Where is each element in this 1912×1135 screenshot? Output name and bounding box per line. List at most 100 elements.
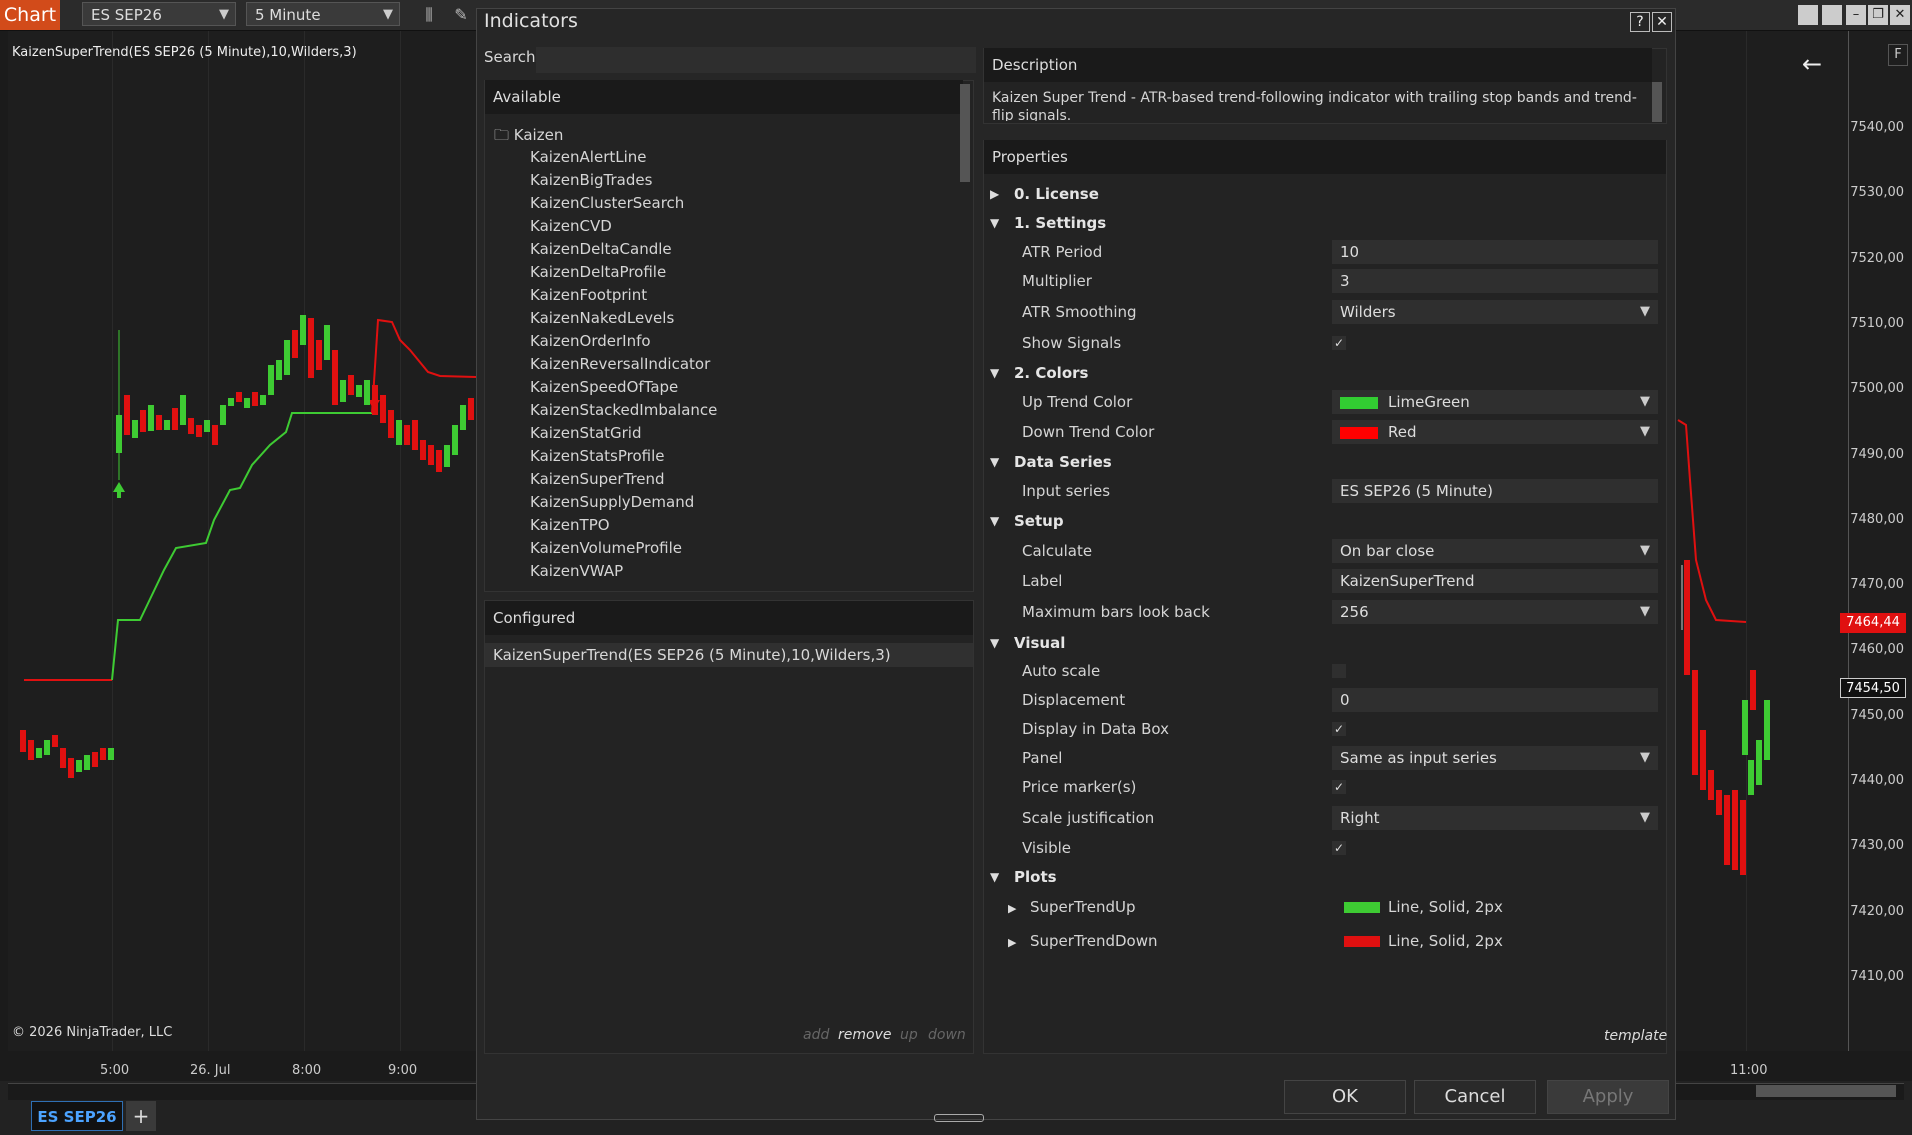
- displacement-input[interactable]: 0: [1332, 688, 1658, 712]
- available-item[interactable]: KaizenCVD: [530, 217, 612, 235]
- available-item[interactable]: KaizenSupplyDemand: [530, 493, 694, 511]
- price-label: 7440,00: [1850, 773, 1904, 788]
- collapse-icon[interactable]: ▼: [990, 514, 999, 528]
- available-item[interactable]: KaizenBigTrades: [530, 171, 652, 189]
- available-scrollbar[interactable]: [960, 84, 970, 182]
- up-trend-color-value: LimeGreen: [1388, 393, 1470, 411]
- calculate-select[interactable]: On bar close ▼: [1332, 539, 1658, 563]
- description-scrollbar[interactable]: [1652, 82, 1662, 122]
- available-item[interactable]: KaizenOrderInfo: [530, 332, 651, 350]
- plot-supertrend-up-label[interactable]: SuperTrendUp: [1030, 898, 1136, 916]
- category-colors[interactable]: 2. Colors: [1014, 364, 1088, 382]
- chevron-down-icon: ▼: [1640, 424, 1650, 439]
- available-item[interactable]: KaizenStatGrid: [530, 424, 642, 442]
- configured-item[interactable]: KaizenSuperTrend(ES SEP26 (5 Minute),10,…: [485, 643, 973, 667]
- available-item[interactable]: KaizenVolumeProfile: [530, 539, 682, 557]
- up-trend-color-select[interactable]: LimeGreen ▼: [1332, 390, 1658, 414]
- price-label: 7470,00: [1850, 577, 1904, 593]
- price-label: 7410,00: [1850, 968, 1904, 984]
- price-marker-last: 7454,50: [1840, 678, 1906, 698]
- available-item[interactable]: KaizenStackedImbalance: [530, 401, 717, 419]
- available-item[interactable]: KaizenFootprint: [530, 286, 647, 304]
- input-series-field[interactable]: ES SEP26 (5 Minute): [1332, 479, 1658, 503]
- prop-panel-label: Panel: [1022, 749, 1063, 767]
- axis-f-button[interactable]: F: [1888, 44, 1908, 66]
- category-visual[interactable]: Visual: [1014, 634, 1065, 652]
- scale-justification-value: Right: [1340, 809, 1380, 827]
- collapse-icon[interactable]: ▼: [990, 636, 999, 650]
- color-swatch: [1340, 396, 1378, 409]
- scale-justification-select[interactable]: Right ▼: [1332, 806, 1658, 830]
- down-trend-color-select[interactable]: Red ▼: [1332, 420, 1658, 444]
- apply-button[interactable]: Apply: [1547, 1080, 1669, 1114]
- candles-bottom-left: [20, 730, 114, 778]
- visible-checkbox[interactable]: ✓: [1332, 841, 1346, 855]
- price-label: 7430,00: [1850, 838, 1904, 854]
- collapse-icon[interactable]: ▼: [990, 870, 999, 884]
- price-label: 7420,00: [1850, 903, 1904, 919]
- multiplier-input[interactable]: 3: [1332, 269, 1658, 293]
- label-input[interactable]: KaizenSuperTrend: [1332, 569, 1658, 593]
- available-item[interactable]: KaizenClusterSearch: [530, 194, 684, 212]
- scrollbar-thumb[interactable]: [1756, 1085, 1896, 1097]
- price-label: 7460,00: [1850, 642, 1904, 658]
- collapse-icon[interactable]: ▼: [990, 455, 999, 469]
- panel-select[interactable]: Same as input series ▼: [1332, 746, 1658, 770]
- show-signals-checkbox[interactable]: ✓: [1332, 336, 1346, 350]
- expand-icon[interactable]: ▶: [1008, 936, 1016, 949]
- category-setup[interactable]: Setup: [1014, 512, 1064, 530]
- time-label: 9:00: [388, 1063, 418, 1078]
- instrument-tab[interactable]: ES SEP26: [31, 1101, 123, 1131]
- search-input[interactable]: [536, 47, 976, 73]
- add-link[interactable]: add: [803, 1027, 829, 1043]
- atr-smoothing-select[interactable]: Wilders ▼: [1332, 300, 1658, 324]
- expand-icon[interactable]: ▶: [1008, 902, 1016, 915]
- available-item[interactable]: KaizenDeltaCandle: [530, 240, 672, 258]
- available-item[interactable]: KaizenAlertLine: [530, 148, 647, 166]
- chevron-down-icon: ▼: [1640, 750, 1650, 765]
- max-bars-select[interactable]: 256 ▼: [1332, 600, 1658, 624]
- template-link[interactable]: template: [1604, 1028, 1667, 1044]
- ok-button[interactable]: OK: [1284, 1080, 1406, 1114]
- available-item[interactable]: KaizenNakedLevels: [530, 309, 674, 327]
- dialog-title: Indicators: [484, 10, 578, 32]
- price-axis[interactable]: [1848, 31, 1912, 1051]
- available-item[interactable]: KaizenSuperTrend: [530, 470, 665, 488]
- prop-show-signals-label: Show Signals: [1022, 334, 1122, 352]
- category-plots[interactable]: Plots: [1014, 868, 1057, 886]
- folder-kaizen[interactable]: 🗀 Kaizen: [494, 125, 563, 150]
- arrow-left-icon[interactable]: ←: [1802, 50, 1822, 78]
- plot-supertrend-up-desc[interactable]: Line, Solid, 2px: [1388, 898, 1503, 916]
- category-license[interactable]: 0. License: [1014, 185, 1099, 203]
- available-item[interactable]: KaizenVWAP: [530, 562, 623, 580]
- expand-icon[interactable]: ▶: [990, 187, 999, 201]
- collapse-icon[interactable]: ▼: [990, 216, 999, 230]
- available-item[interactable]: KaizenTPO: [530, 516, 610, 534]
- auto-scale-checkbox[interactable]: [1332, 664, 1346, 678]
- close-icon[interactable]: ✕: [1652, 12, 1672, 32]
- available-item[interactable]: KaizenStatsProfile: [530, 447, 664, 465]
- cancel-button[interactable]: Cancel: [1414, 1080, 1536, 1114]
- plot-supertrend-down-desc[interactable]: Line, Solid, 2px: [1388, 932, 1503, 950]
- folder-label: Kaizen: [513, 126, 564, 144]
- down-link[interactable]: down: [928, 1027, 966, 1043]
- collapse-icon[interactable]: ▼: [990, 366, 999, 380]
- resize-grip-icon[interactable]: [934, 1114, 984, 1122]
- max-bars-value: 256: [1340, 603, 1369, 621]
- prop-scale-justification-label: Scale justification: [1022, 809, 1155, 827]
- available-item[interactable]: KaizenSpeedOfTape: [530, 378, 678, 396]
- remove-link[interactable]: remove: [838, 1027, 891, 1043]
- help-button[interactable]: ?: [1630, 12, 1650, 32]
- category-settings[interactable]: 1. Settings: [1014, 214, 1106, 232]
- up-link[interactable]: up: [900, 1027, 918, 1043]
- available-item[interactable]: KaizenDeltaProfile: [530, 263, 666, 281]
- prop-visible-label: Visible: [1022, 839, 1071, 857]
- available-item[interactable]: KaizenReversalIndicator: [530, 355, 710, 373]
- plot-supertrend-down-label[interactable]: SuperTrendDown: [1030, 932, 1158, 950]
- atr-period-input[interactable]: 10: [1332, 240, 1658, 264]
- category-data-series[interactable]: Data Series: [1014, 453, 1112, 471]
- add-tab-button[interactable]: +: [126, 1101, 156, 1131]
- time-label: 26. Jul: [190, 1063, 231, 1078]
- price-markers-checkbox[interactable]: ✓: [1332, 780, 1346, 794]
- display-data-box-checkbox[interactable]: ✓: [1332, 722, 1346, 736]
